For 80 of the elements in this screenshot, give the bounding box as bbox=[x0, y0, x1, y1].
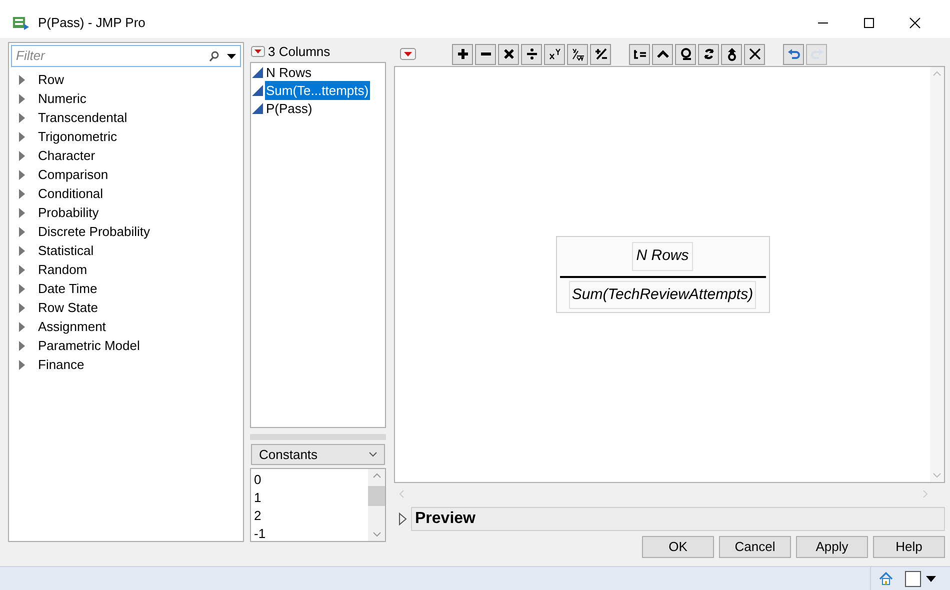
function-group[interactable]: Probability bbox=[38, 202, 99, 222]
continuous-column-icon bbox=[252, 67, 263, 78]
search-box[interactable]: Filter bbox=[11, 45, 241, 67]
power-button[interactable] bbox=[544, 44, 565, 64]
function-group[interactable]: Conditional bbox=[38, 184, 104, 204]
assign-button[interactable] bbox=[629, 44, 650, 64]
window-title: P(Pass) - JMP Pro bbox=[38, 14, 146, 32]
maximize-icon bbox=[863, 17, 875, 29]
app-icon bbox=[12, 15, 30, 31]
dialog-button[interactable]: Cancel bbox=[719, 536, 791, 558]
column-item[interactable]: P(Pass) bbox=[265, 98, 314, 118]
scrollbar-thumb[interactable] bbox=[368, 486, 385, 506]
dialog-button[interactable]: OK bbox=[642, 536, 714, 558]
divide-button[interactable] bbox=[521, 44, 542, 64]
dialog-button[interactable]: Help bbox=[873, 536, 945, 558]
dialog-button[interactable]: Apply bbox=[796, 536, 868, 558]
function-group[interactable]: Row bbox=[38, 70, 64, 90]
continuous-column-icon bbox=[252, 85, 263, 96]
function-group[interactable]: Random bbox=[38, 260, 88, 280]
constant-item[interactable]: -1 bbox=[254, 525, 266, 543]
search-icon bbox=[209, 50, 219, 62]
scrollbar[interactable] bbox=[368, 469, 385, 541]
loop-icon bbox=[678, 47, 692, 61]
disclosure-triangle-icon[interactable] bbox=[398, 512, 408, 526]
swap-icon bbox=[702, 47, 716, 61]
constants-dropdown[interactable]: Constants bbox=[251, 444, 385, 465]
undo-button[interactable] bbox=[783, 44, 804, 64]
function-group[interactable]: Finance bbox=[38, 354, 84, 374]
divide-icon bbox=[524, 47, 538, 61]
window-list-button[interactable] bbox=[905, 570, 921, 586]
function-group[interactable]: Transcendental bbox=[38, 108, 128, 128]
chevron-up-icon[interactable] bbox=[372, 473, 380, 478]
constant-item[interactable]: 0 bbox=[254, 471, 262, 489]
constant-item[interactable]: 2 bbox=[254, 507, 262, 525]
function-group[interactable]: Character bbox=[38, 146, 96, 166]
formula-box[interactable]: N Rows Sum(TechReviewAttempts) bbox=[556, 236, 770, 313]
delete-button[interactable] bbox=[744, 44, 765, 64]
column-item[interactable]: Sum(Te...ttempts) bbox=[265, 80, 370, 100]
preview-title: Preview bbox=[415, 509, 476, 529]
function-group[interactable]: Comparison bbox=[38, 164, 108, 184]
constant-item[interactable]: 1 bbox=[254, 489, 262, 507]
function-group[interactable]: Statistical bbox=[38, 240, 94, 260]
plus-button[interactable] bbox=[452, 44, 473, 64]
columns-header: 3 Columns bbox=[268, 43, 330, 61]
unwrap-button[interactable] bbox=[721, 44, 742, 64]
function-group[interactable]: Discrete Probability bbox=[38, 222, 150, 242]
root-icon bbox=[570, 47, 584, 61]
loop-button[interactable] bbox=[675, 44, 696, 64]
close-icon bbox=[909, 17, 921, 29]
swap-button[interactable] bbox=[698, 44, 719, 64]
undo-icon bbox=[786, 47, 800, 61]
column-item[interactable]: N Rows bbox=[265, 62, 313, 82]
function-group[interactable]: Parametric Model bbox=[38, 336, 140, 356]
minus-button[interactable] bbox=[475, 44, 496, 64]
dropdown-arrow-icon[interactable] bbox=[227, 54, 236, 58]
function-group[interactable]: Assignment bbox=[38, 316, 106, 336]
numerator[interactable]: N Rows bbox=[632, 242, 693, 270]
root-button[interactable] bbox=[567, 44, 588, 64]
multiply-button[interactable] bbox=[498, 44, 519, 64]
function-group[interactable]: Row State bbox=[38, 298, 98, 318]
function-group[interactable]: Date Time bbox=[38, 278, 98, 298]
chevron-down-icon[interactable] bbox=[372, 532, 380, 537]
plus-minus-icon bbox=[594, 47, 608, 61]
plus-minus-button[interactable] bbox=[590, 44, 611, 64]
dropdown-arrow-icon[interactable] bbox=[926, 576, 936, 582]
function-group[interactable]: Numeric bbox=[38, 88, 86, 108]
filter-field[interactable]: Filter bbox=[12, 46, 209, 66]
function-group[interactable]: Trigonometric bbox=[38, 126, 117, 146]
home-icon[interactable] bbox=[879, 572, 893, 585]
multiply-icon bbox=[502, 47, 516, 61]
plus-icon bbox=[456, 47, 470, 61]
power-icon bbox=[548, 47, 562, 61]
preview-header[interactable]: Preview bbox=[411, 507, 945, 531]
denominator[interactable]: Sum(TechReviewAttempts) bbox=[568, 280, 756, 309]
formula-editor[interactable]: N Rows Sum(TechReviewAttempts) bbox=[394, 66, 945, 483]
delete-icon bbox=[748, 47, 762, 61]
continuous-column-icon bbox=[252, 103, 263, 114]
caret-button[interactable] bbox=[652, 44, 673, 64]
assign-icon bbox=[632, 47, 646, 61]
chevron-down-icon bbox=[369, 452, 377, 457]
